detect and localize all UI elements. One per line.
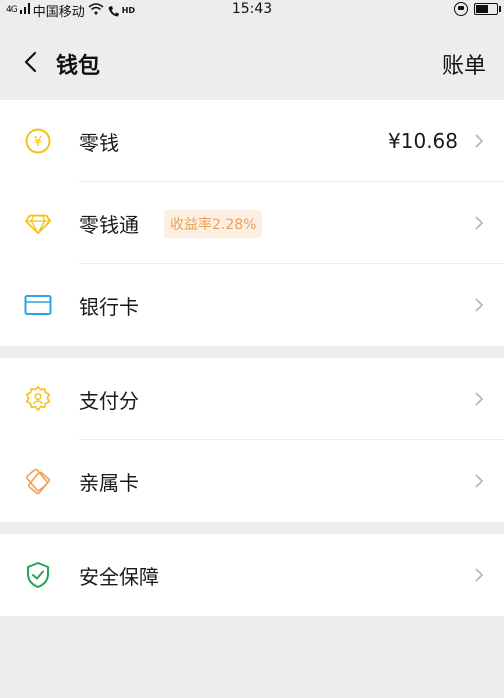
status-time: 15:43 bbox=[231, 1, 273, 17]
list-item-label: 零钱通 bbox=[79, 212, 139, 237]
shield-check-icon bbox=[24, 561, 52, 589]
list-item-label: 亲属卡 bbox=[79, 470, 139, 495]
bill-button[interactable]: 账单 bbox=[442, 48, 486, 80]
status-bar: 4G 中国移动 HD 15:43 bbox=[0, 0, 504, 22]
balance-value: ¥10.68 bbox=[388, 129, 458, 153]
bank-card-icon bbox=[24, 291, 52, 319]
section-gap bbox=[0, 346, 504, 358]
list-item-security[interactable]: 安全保障 bbox=[0, 534, 504, 616]
section-gap bbox=[0, 522, 504, 534]
yield-badge: 收益率2.28% bbox=[164, 210, 263, 238]
chevron-right-icon bbox=[472, 216, 486, 230]
chevron-right-icon bbox=[472, 474, 486, 488]
wallet-group-security: 安全保障 bbox=[0, 534, 504, 616]
list-item-label: 支付分 bbox=[79, 388, 139, 413]
diamond-icon bbox=[24, 209, 52, 237]
nav-bar: 钱包 账单 bbox=[0, 22, 504, 100]
list-item-bank-card[interactable]: 银行卡 bbox=[0, 264, 504, 346]
back-button[interactable] bbox=[12, 44, 48, 80]
list-item-label: 银行卡 bbox=[79, 294, 139, 319]
list-item-family-card[interactable]: 亲属卡 bbox=[0, 440, 504, 522]
list-item-pay-score[interactable]: 支付分 bbox=[0, 358, 504, 440]
list-item-label: 零钱 bbox=[79, 130, 119, 155]
chevron-right-icon bbox=[472, 298, 486, 312]
wallet-group-services: 支付分 亲属卡 bbox=[0, 358, 504, 522]
list-item-change-plus[interactable]: 零钱通 收益率2.28% bbox=[0, 182, 504, 264]
pay-score-badge-icon bbox=[24, 385, 52, 413]
page-title: 钱包 bbox=[56, 54, 101, 79]
chevron-right-icon bbox=[472, 392, 486, 406]
rotation-lock-icon bbox=[454, 2, 468, 16]
svg-text:¥: ¥ bbox=[34, 135, 42, 150]
family-card-icon bbox=[24, 467, 52, 495]
chevron-right-icon bbox=[472, 134, 486, 148]
status-right bbox=[454, 2, 501, 16]
wallet-group-main: ¥ 零钱 ¥10.68 零钱通 收益率2.28% 银行卡 bbox=[0, 100, 504, 346]
battery-icon bbox=[474, 3, 501, 15]
chevron-right-icon bbox=[472, 568, 486, 582]
list-item-change[interactable]: ¥ 零钱 ¥10.68 bbox=[0, 100, 504, 182]
list-item-label: 安全保障 bbox=[79, 564, 159, 589]
chevron-left-icon bbox=[24, 51, 37, 73]
yuan-coin-icon: ¥ bbox=[24, 127, 52, 155]
